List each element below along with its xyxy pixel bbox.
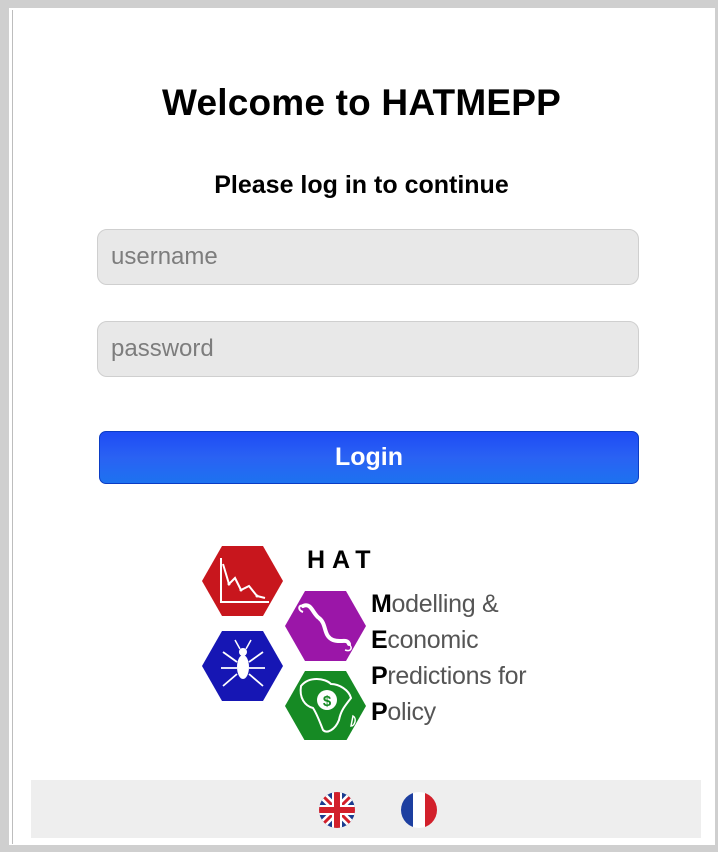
svg-text:$: $ xyxy=(323,693,332,710)
uk-flag-icon[interactable] xyxy=(319,792,355,828)
africa-map-hex-icon: $ xyxy=(285,671,366,740)
logo-line-policy: Policy xyxy=(371,698,436,726)
logo-line-modelling: Modelling & xyxy=(371,590,499,618)
parasite-hex-icon xyxy=(285,591,366,661)
login-button[interactable]: Login xyxy=(99,431,639,484)
logo-line-predictions: Predictions for xyxy=(371,662,527,690)
language-footer xyxy=(31,780,701,838)
logo-line-economic: Economic xyxy=(371,626,479,654)
logo-hat-text: HAT xyxy=(307,546,378,574)
logo-tagline: Modelling & Economic Predictions for Pol… xyxy=(371,586,527,730)
password-input[interactable] xyxy=(97,321,639,377)
france-flag-icon[interactable] xyxy=(401,792,437,828)
login-panel: Welcome to HATMEPP Please log in to cont… xyxy=(12,10,710,844)
tsetse-fly-hex-icon xyxy=(202,631,283,701)
page-subtitle: Please log in to continue xyxy=(214,171,509,199)
username-input[interactable] xyxy=(97,229,639,285)
chart-hex-icon xyxy=(202,546,283,616)
page-title: Welcome to HATMEPP xyxy=(161,82,561,123)
